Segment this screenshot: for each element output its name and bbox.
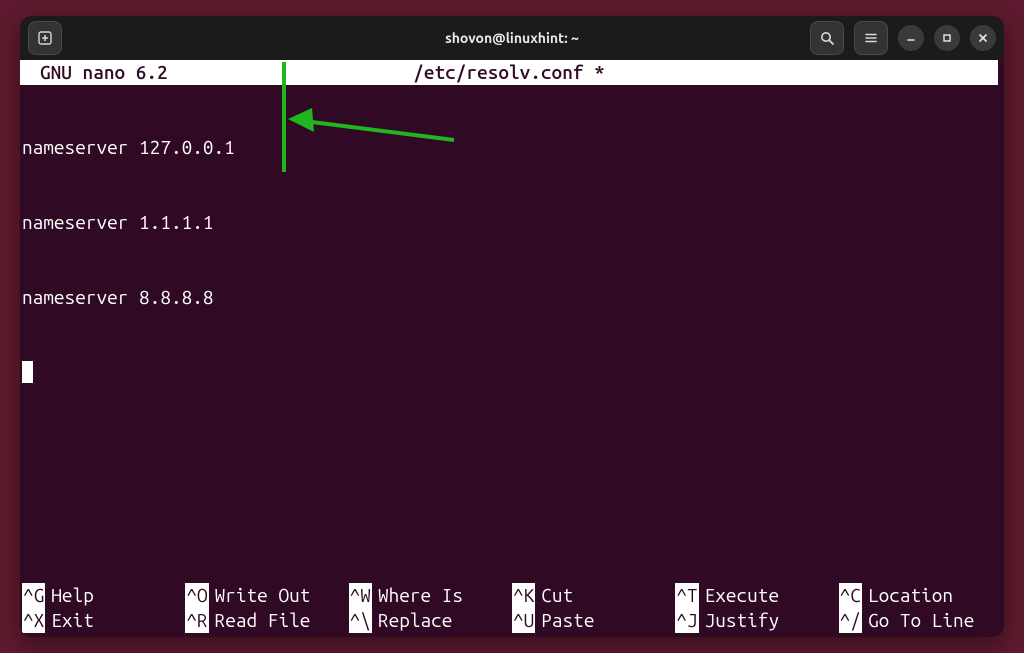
editor-line: nameserver 127.0.0.1 [22,135,1002,160]
shortcut-key: ^T [675,583,698,608]
shortcut-exit: ^XExit [22,608,185,633]
nano-shortcuts: ^GHelp ^O Write Out ^WWhere Is ^KCut ^T Ex… [20,583,1004,637]
shortcut-key: ^W [349,583,372,608]
text-cursor [22,361,33,383]
titlebar: shovon@linuxhint: ~ [20,16,1004,60]
shortcut-writeout: ^O Write Out [185,583,348,608]
minimize-button[interactable] [898,25,924,51]
shortcut-cut: ^KCut [512,583,675,608]
minimize-icon [905,32,917,44]
shortcut-readfile: ^R Read File [185,608,348,633]
terminal-content[interactable]: GNU nano 6.2 /etc/resolv.conf * nameserv… [20,60,1004,637]
shortcut-key: ^X [22,608,45,633]
nano-header-bar: GNU nano 6.2 /etc/resolv.conf * [20,60,998,85]
new-tab-icon [37,30,53,46]
shortcut-location: ^CLocation [839,583,1002,608]
shortcut-label: Write Out [215,583,311,608]
shortcut-execute: ^T Execute [675,583,838,608]
shortcut-key: ^G [22,583,45,608]
search-button[interactable] [810,21,844,55]
shortcut-label: Location [868,583,953,608]
shortcut-key: ^K [512,583,535,608]
shortcut-key: ^O [185,583,208,608]
new-tab-button[interactable] [28,21,62,55]
shortcut-key: ^U [512,608,535,633]
editor-line: nameserver 1.1.1.1 [22,210,1002,235]
window-title: shovon@linuxhint: ~ [445,30,579,46]
shortcut-label: Help [51,583,94,608]
shortcut-whereis: ^WWhere Is [349,583,512,608]
close-button[interactable] [970,25,996,51]
shortcut-help: ^GHelp [22,583,185,608]
maximize-button[interactable] [934,25,960,51]
menu-button[interactable] [854,21,888,55]
shortcut-key: ^\ [349,608,372,633]
editor-cursor-line [22,360,1002,385]
editor-line: nameserver 8.8.8.8 [22,285,1002,310]
shortcut-label: Paste [541,608,594,633]
editor-body[interactable]: nameserver 127.0.0.1 nameserver 1.1.1.1 … [20,85,1004,583]
shortcut-label: Exit [51,608,94,633]
shortcut-key: ^R [185,608,208,633]
nano-app-name: GNU nano 6.2 [22,60,168,85]
shortcut-label: Execute [705,583,779,608]
shortcut-key: ^/ [839,608,862,633]
maximize-icon [941,32,953,44]
terminal-window: shovon@linuxhint: ~ [20,16,1004,637]
shortcut-gotoline: ^/Go To Line [839,608,1002,633]
hamburger-icon [863,30,879,46]
shortcut-label: Replace [378,608,452,633]
shortcut-label: Go To Line [868,608,974,633]
nano-file-name: /etc/resolv.conf * [413,60,605,85]
titlebar-right [810,21,996,55]
shortcut-justify: ^J Justify [675,608,838,633]
shortcut-label: Cut [541,583,573,608]
shortcut-replace: ^\Replace [349,608,512,633]
shortcut-label: Justify [705,608,779,633]
shortcut-key: ^J [675,608,698,633]
shortcut-paste: ^UPaste [512,608,675,633]
close-icon [977,32,989,44]
search-icon [819,30,835,46]
shortcut-key: ^C [839,583,862,608]
shortcut-label: Where Is [378,583,463,608]
shortcut-label: Read File [215,608,311,633]
titlebar-left [28,21,62,55]
